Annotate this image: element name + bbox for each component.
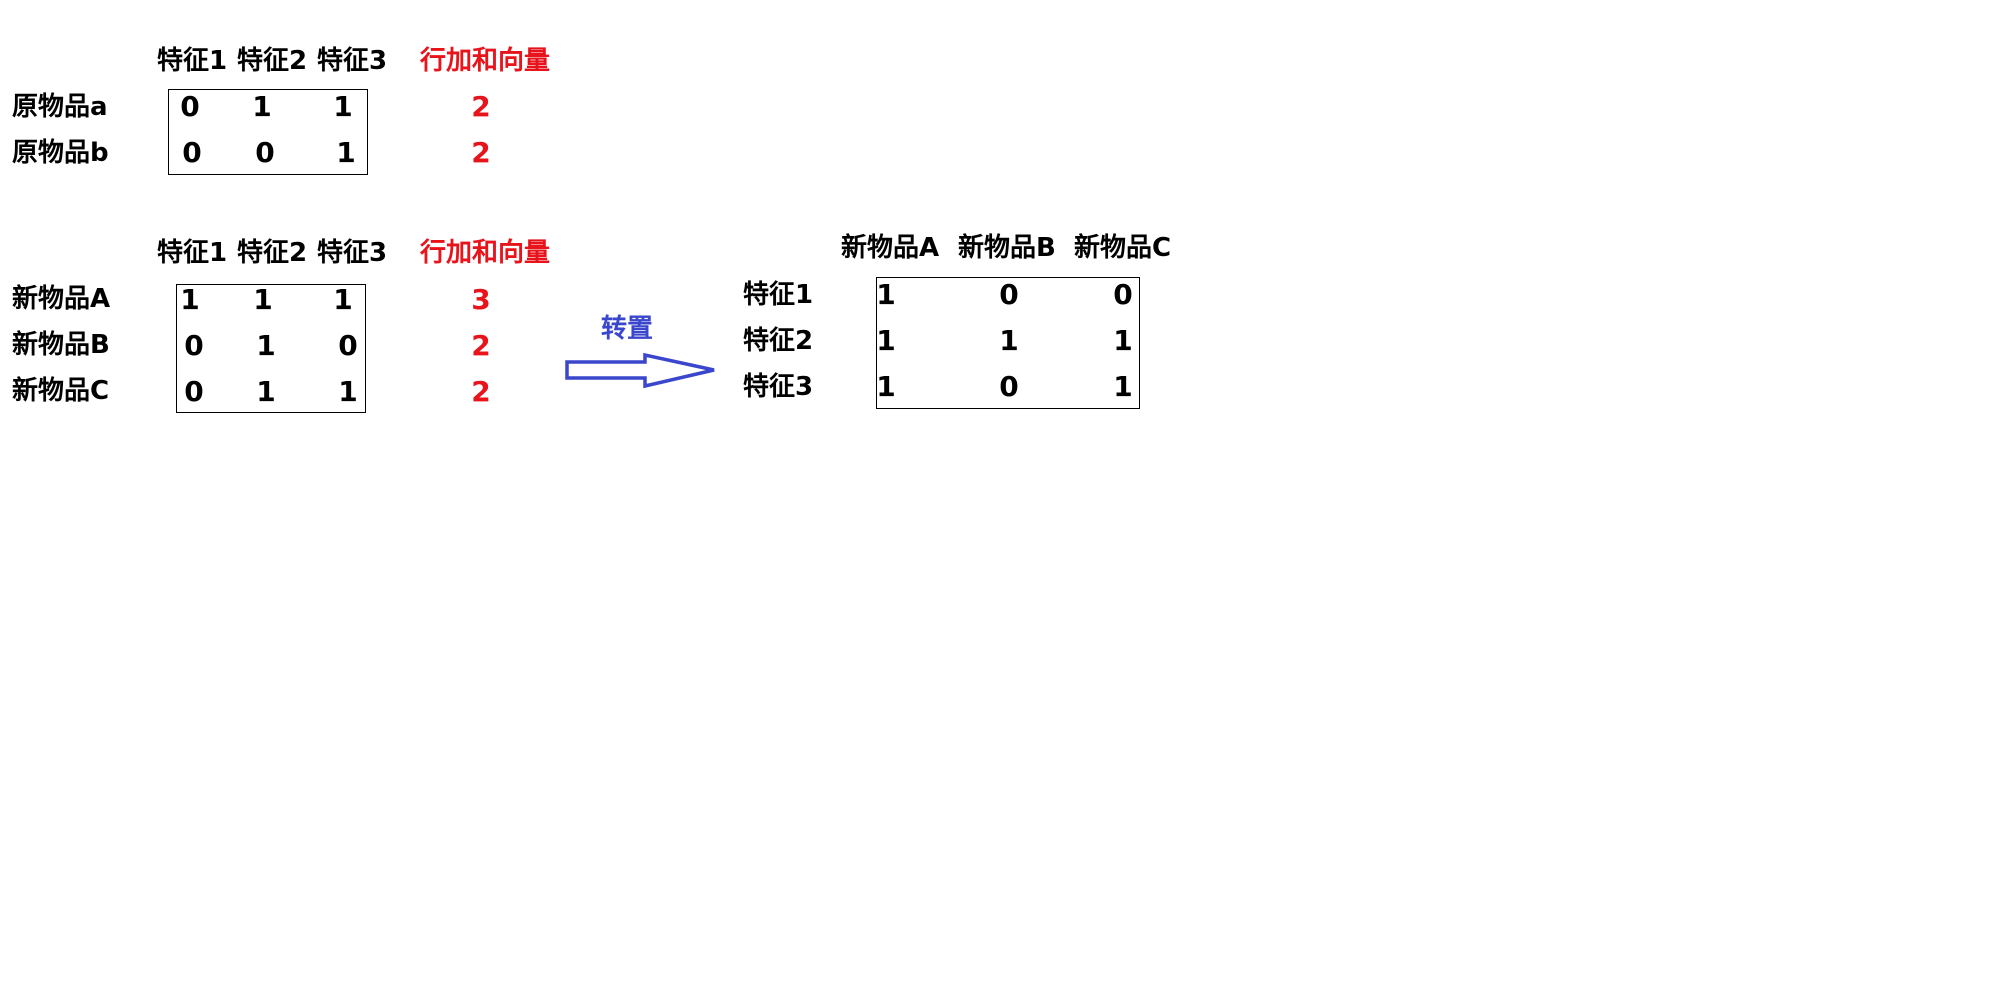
- new-row-label-B: 新物品B: [12, 330, 110, 360]
- transposed-header-item-C: 新物品C: [1074, 233, 1172, 263]
- matrix-cell: 1: [252, 90, 272, 123]
- matrix-cell: 0: [1113, 278, 1133, 311]
- original-header-feature1: 特征1: [157, 46, 228, 76]
- matrix-cell: 0: [255, 136, 275, 169]
- original-sum-value-b: 2: [471, 136, 491, 169]
- transposed-row-label-feature3: 特征3: [743, 372, 814, 402]
- new-sum-value-C: 2: [471, 375, 491, 408]
- new-header-feature1: 特征1: [157, 238, 228, 268]
- right-arrow-icon: [565, 352, 715, 389]
- original-row-label-a: 原物品a: [12, 92, 108, 122]
- matrix-cell: 0: [180, 90, 200, 123]
- original-sum-value-a: 2: [471, 90, 491, 123]
- matrix-cell: 1: [1113, 370, 1133, 403]
- new-header-feature2: 特征2: [237, 238, 308, 268]
- matrix-cell: 1: [333, 90, 353, 123]
- matrix-cell: 1: [336, 136, 356, 169]
- matrix-cell: 1: [338, 375, 358, 408]
- new-row-label-C: 新物品C: [12, 376, 110, 406]
- transposed-row-label-feature2: 特征2: [743, 326, 814, 356]
- matrix-cell: 1: [253, 283, 273, 316]
- matrix-cell: 1: [999, 324, 1019, 357]
- matrix-cell: 0: [184, 375, 204, 408]
- original-row-label-b: 原物品b: [12, 138, 109, 168]
- matrix-cell: 0: [338, 329, 358, 362]
- matrix-cell: 1: [333, 283, 353, 316]
- new-row-label-A: 新物品A: [12, 284, 111, 314]
- matrix-cell: 0: [999, 370, 1019, 403]
- matrix-cell: 0: [999, 278, 1019, 311]
- transpose-label: 转置: [601, 314, 654, 344]
- matrix-cell: 1: [180, 283, 200, 316]
- matrix-cell: 1: [1113, 324, 1133, 357]
- new-sum-value-B: 2: [471, 329, 491, 362]
- matrix-cell: 0: [184, 329, 204, 362]
- original-header-feature3: 特征3: [317, 46, 388, 76]
- transposed-row-label-feature1: 特征1: [743, 280, 814, 310]
- matrix-cell: 1: [256, 329, 276, 362]
- matrix-cell: 1: [876, 278, 896, 311]
- original-sum-header: 行加和向量: [420, 46, 551, 76]
- matrix-cell: 1: [876, 324, 896, 357]
- transposed-header-item-A: 新物品A: [841, 233, 940, 263]
- new-header-feature3: 特征3: [317, 238, 388, 268]
- new-sum-value-A: 3: [471, 283, 491, 316]
- transposed-header-item-B: 新物品B: [958, 233, 1056, 263]
- new-sum-header: 行加和向量: [420, 238, 551, 268]
- matrix-cell: 1: [876, 370, 896, 403]
- matrix-cell: 1: [256, 375, 276, 408]
- matrix-cell: 0: [182, 136, 202, 169]
- original-header-feature2: 特征2: [237, 46, 308, 76]
